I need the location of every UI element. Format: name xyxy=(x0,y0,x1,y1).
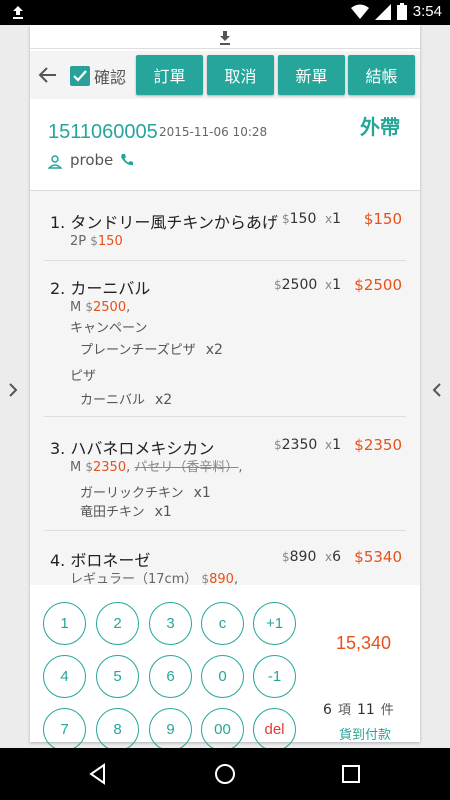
key-00[interactable]: 00 xyxy=(201,708,244,751)
item-name: 2. カーニバル xyxy=(50,279,151,298)
item-total: $2350 xyxy=(354,436,402,454)
option-group-label: ピザ xyxy=(70,369,97,384)
item-size: M $2500, xyxy=(70,300,131,315)
key-7[interactable]: 7 xyxy=(43,708,86,751)
option-line: ガーリックチキン x1 xyxy=(80,485,211,501)
item-qty: x1 xyxy=(325,277,342,293)
key-1[interactable]: 1 xyxy=(43,602,86,645)
item-size: 2P $150 xyxy=(70,234,123,249)
item-unit-price: $890 xyxy=(282,549,317,565)
order-items-list[interactable]: 1. タンドリー風チキンからあげ $150 x1 $150 2P $150 2.… xyxy=(30,190,420,586)
option-list: ガーリックチキン x1 竜田チキン x1 xyxy=(44,484,406,522)
item-unit-price: $2350 xyxy=(274,437,318,453)
action-toolbar: 確認 訂單 取消 新單 結帳 xyxy=(30,51,420,99)
key-2[interactable]: 2 xyxy=(96,602,139,645)
back-triangle-icon[interactable] xyxy=(86,762,110,786)
key-delete[interactable]: del xyxy=(253,708,296,751)
order-counts: 6 項 11 件 xyxy=(323,702,394,718)
clock: 3:54 xyxy=(412,3,442,20)
person-icon xyxy=(48,155,62,169)
key-0[interactable]: 0 xyxy=(201,655,244,698)
order-panel: 確認 訂單 取消 新單 結帳 1511060005 2015-11-06 10:… xyxy=(30,25,420,751)
payment-method[interactable]: 貨到付款 xyxy=(339,724,391,743)
home-circle-icon[interactable] xyxy=(213,762,237,786)
cancel-button[interactable]: 取消 xyxy=(207,55,274,95)
back-arrow-icon[interactable] xyxy=(36,63,60,87)
left-drawer-chevron-icon[interactable] xyxy=(3,382,23,406)
key-9[interactable]: 9 xyxy=(149,708,192,751)
option-line: カーニバル x2 xyxy=(80,392,173,408)
item-qty: x1 xyxy=(325,211,342,227)
order-type-badge: 外帶 xyxy=(360,115,400,139)
checkmark-icon xyxy=(73,70,87,82)
battery-icon xyxy=(396,3,407,20)
pull-down-handle[interactable] xyxy=(30,25,420,49)
confirm-checkbox-group[interactable]: 確認 xyxy=(70,64,126,88)
key-minus-one[interactable]: -1 xyxy=(253,655,296,698)
numeric-keypad: 1 2 3 c +1 4 5 6 0 -1 7 8 9 00 del 15,34… xyxy=(30,585,420,751)
option-line: 竜田チキン x1 xyxy=(80,504,172,520)
list-item[interactable]: 2. カーニバル $2500 x1 $2500 M $2500, キャンペーン … xyxy=(44,261,406,417)
key-plus-one[interactable]: +1 xyxy=(253,602,296,645)
item-name: 3. ハバネロメキシカン xyxy=(50,439,215,458)
confirm-label: 確認 xyxy=(94,68,127,87)
removed-topping: パセリ（香辛料） xyxy=(134,460,239,475)
item-qty: x1 xyxy=(325,437,342,453)
item-name: 1. タンドリー風チキンからあげ xyxy=(50,213,278,232)
item-unit-price: $2500 xyxy=(274,277,318,293)
checkout-button[interactable]: 結帳 xyxy=(348,55,415,95)
customer-name: probe xyxy=(70,151,114,169)
key-5[interactable]: 5 xyxy=(96,655,139,698)
download-arrow-icon xyxy=(220,31,230,45)
option-group: キャンペーン プレーンチーズピザ x2 xyxy=(44,320,406,360)
key-6[interactable]: 6 xyxy=(149,655,192,698)
item-qty: x6 xyxy=(325,549,342,565)
key-8[interactable]: 8 xyxy=(96,708,139,751)
upload-icon xyxy=(13,6,23,19)
confirm-checkbox[interactable] xyxy=(70,66,90,86)
item-size: レギュラー（17cm） $890, xyxy=(70,572,239,586)
list-item[interactable]: 1. タンドリー風チキンからあげ $150 x1 $150 2P $150 xyxy=(44,191,406,261)
item-name: 4. ボロネーゼ xyxy=(50,551,151,570)
option-line: プレーンチーズピザ x2 xyxy=(80,342,223,358)
recents-square-icon[interactable] xyxy=(339,762,363,786)
item-total: $150 xyxy=(363,210,402,228)
phone-icon[interactable] xyxy=(120,153,134,167)
grand-total: 15,340 xyxy=(336,633,392,653)
status-bar: 3:54 xyxy=(0,0,450,25)
list-item[interactable]: 4. ボロネーゼ $890 x6 $5340 レギュラー（17cm） $890, xyxy=(44,531,406,586)
item-total: $2500 xyxy=(354,276,402,294)
key-4[interactable]: 4 xyxy=(43,655,86,698)
system-nav-bar xyxy=(0,748,450,800)
new-order-button[interactable]: 新單 xyxy=(278,55,345,95)
item-size: M $2350, パセリ（香辛料）, xyxy=(70,460,243,475)
right-drawer-chevron-icon[interactable] xyxy=(427,382,447,406)
key-3[interactable]: 3 xyxy=(149,602,192,645)
orders-button[interactable]: 訂單 xyxy=(136,55,203,95)
item-total: $5340 xyxy=(354,548,402,566)
order-number: 1511060005 xyxy=(48,121,158,143)
key-clear[interactable]: c xyxy=(201,602,244,645)
signal-icon xyxy=(374,3,391,20)
option-group: ピザ カーニバル x2 xyxy=(44,368,406,410)
option-group-label: キャンペーン xyxy=(70,321,148,336)
list-item[interactable]: 3. ハバネロメキシカン $2350 x1 $2350 M $2350, パセリ… xyxy=(44,417,406,531)
item-unit-price: $150 xyxy=(282,211,317,227)
order-datetime: 2015-11-06 10:28 xyxy=(159,125,268,139)
wifi-icon xyxy=(350,4,369,19)
